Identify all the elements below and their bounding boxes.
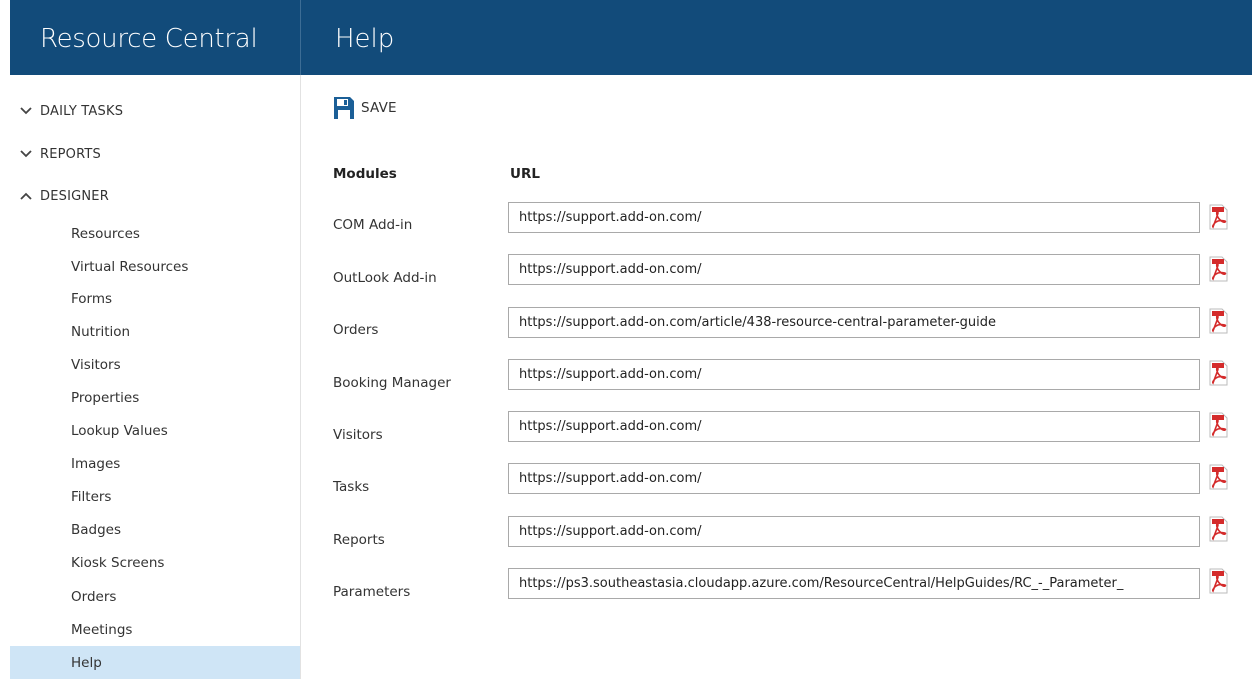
sidebar-item-virtual-resources[interactable]: Virtual Resources [10, 252, 300, 282]
app-title: Resource Central [10, 0, 300, 75]
sidebar-section-reports[interactable]: REPORTS [20, 143, 101, 165]
page-title: Help [301, 0, 1252, 75]
column-header-modules: Modules [333, 166, 397, 182]
floppy-disk-icon [334, 97, 354, 119]
pdf-icon[interactable] [1207, 516, 1229, 542]
pdf-icon[interactable] [1207, 256, 1229, 282]
sidebar-section-designer[interactable]: DESIGNER [20, 185, 109, 207]
sidebar-item-properties[interactable]: Properties [10, 383, 300, 413]
sidebar-section-daily-tasks[interactable]: DAILY TASKS [20, 100, 123, 122]
url-field-visitors[interactable] [508, 411, 1200, 442]
sidebar-item-resources[interactable]: Resources [10, 219, 300, 249]
url-field-orders[interactable] [508, 307, 1200, 338]
url-field-com-add-in[interactable] [508, 202, 1200, 233]
chevron-up-icon [20, 192, 32, 200]
sidebar-item-meetings[interactable]: Meetings [10, 615, 300, 645]
column-header-url: URL [510, 166, 540, 182]
sidebar-item-orders[interactable]: Orders [10, 582, 300, 612]
module-label-parameters: Parameters [333, 584, 411, 600]
sidebar-section-label: DAILY TASKS [40, 103, 124, 119]
sidebar-item-visitors[interactable]: Visitors [10, 350, 300, 380]
module-label-tasks: Tasks [333, 479, 370, 495]
module-label-booking-manager: Booking Manager [333, 375, 451, 391]
url-field-booking-manager[interactable] [508, 359, 1200, 390]
sidebar-item-images[interactable]: Images [10, 449, 300, 479]
pdf-icon[interactable] [1207, 464, 1229, 490]
sidebar-item-kiosk-screens[interactable]: Kiosk Screens [10, 548, 300, 578]
chevron-down-icon [20, 107, 32, 115]
pdf-icon[interactable] [1207, 204, 1229, 230]
url-field-tasks[interactable] [508, 463, 1200, 494]
module-label-reports: Reports [333, 532, 385, 548]
module-label-com-add-in: COM Add-in [333, 217, 413, 233]
sidebar-item-help[interactable]: Help [10, 646, 300, 679]
sidebar-item-nutrition[interactable]: Nutrition [10, 317, 300, 347]
sidebar-item-forms[interactable]: Forms [10, 284, 300, 314]
save-label: SAVE [361, 100, 397, 116]
pdf-icon[interactable] [1207, 360, 1229, 386]
sidebar-item-badges[interactable]: Badges [10, 515, 300, 545]
url-field-reports[interactable] [508, 516, 1200, 547]
sidebar-item-filters[interactable]: Filters [10, 482, 300, 512]
url-field-outlook-add-in[interactable] [508, 254, 1200, 285]
module-label-visitors: Visitors [333, 427, 383, 443]
sidebar-divider [300, 75, 301, 679]
sidebar-item-lookup-values[interactable]: Lookup Values [10, 416, 300, 446]
chevron-down-icon [20, 150, 32, 158]
sidebar-section-label: REPORTS [40, 146, 101, 162]
pdf-icon[interactable] [1207, 568, 1229, 594]
url-field-parameters[interactable] [508, 568, 1200, 599]
module-label-orders: Orders [333, 322, 379, 338]
save-button[interactable]: SAVE [333, 96, 397, 120]
pdf-icon[interactable] [1207, 412, 1229, 438]
module-label-outlook-add-in: OutLook Add-in [333, 270, 437, 286]
sidebar-section-label: DESIGNER [40, 188, 109, 204]
pdf-icon[interactable] [1207, 308, 1229, 334]
